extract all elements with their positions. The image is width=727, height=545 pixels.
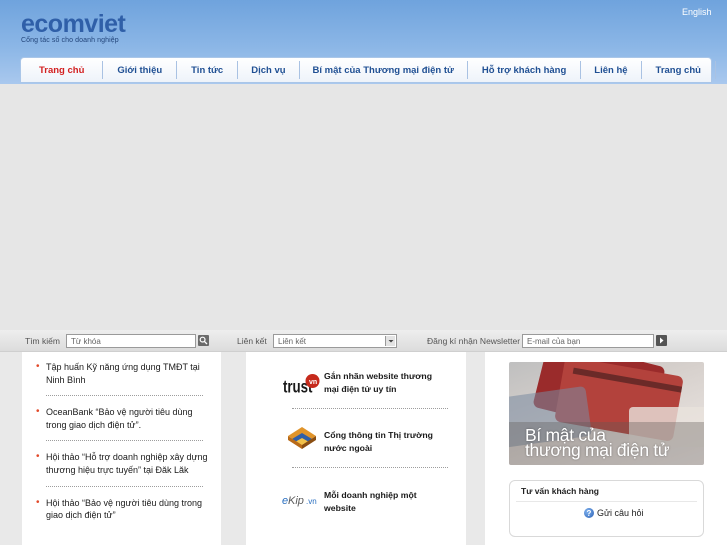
divider — [292, 467, 448, 468]
divider — [516, 501, 697, 502]
divider — [292, 408, 448, 409]
links-select[interactable]: Liên kết — [273, 334, 397, 348]
news-column: • Tập huấn Kỹ năng ứng dụng TMĐT tại Nin… — [22, 352, 221, 545]
ekip-logo-icon: e Kip .vn — [282, 495, 317, 507]
svg-text:Kip: Kip — [288, 495, 304, 507]
news-item[interactable]: • Hội thảo “Hỗ trợ doanh nghiệp xây dựng… — [22, 451, 221, 476]
banner-area — [0, 84, 727, 330]
bullet-icon: • — [36, 406, 40, 418]
newsletter-submit-button[interactable] — [656, 335, 667, 346]
logo-tagline: Cổng tác số cho doanh nghiệp — [21, 37, 119, 44]
nav-item-home[interactable]: Trang chủ — [21, 61, 104, 79]
email-input[interactable]: E-mail của bạn — [522, 334, 654, 348]
service-item-ekip[interactable]: e Kip .vn Mỗi doanh nghiệp một website — [282, 483, 462, 523]
nav-item-services[interactable]: Dịch vụ — [238, 61, 300, 79]
search-icon — [199, 336, 208, 345]
nav-item-ecommerce-secrets[interactable]: Bí mật của Thương mại điện tử — [300, 61, 468, 79]
service-text[interactable]: Gắn nhãn website thương mại điện tử uy t… — [324, 370, 444, 396]
news-item-title[interactable]: OceanBank “Bảo vệ người tiêu dùng trong … — [46, 407, 193, 430]
divider — [46, 395, 203, 397]
nav-item-about[interactable]: Giới thiệu — [103, 61, 178, 79]
news-item[interactable]: • Tập huấn Kỹ năng ứng dụng TMĐT tại Nin… — [22, 361, 221, 386]
bullet-icon: • — [36, 361, 40, 372]
customer-support-box: Tư vấn khách hàng ? Gửi câu hỏi — [509, 480, 704, 537]
nav-item-news[interactable]: Tin tức — [177, 61, 239, 79]
nav-item-contact[interactable]: Liên hệ — [581, 61, 642, 79]
service-text[interactable]: Mỗi doanh nghiệp một website — [324, 489, 444, 515]
svg-text:.vn: .vn — [306, 497, 317, 506]
logo-wordmark: ecomviet — [21, 10, 126, 38]
promo-line-2: thương mại điện tử — [525, 440, 670, 460]
news-item-title[interactable]: Hội thảo “Hỗ trợ doanh nghiệp xây dựng t… — [46, 452, 208, 475]
question-icon: ? — [584, 508, 594, 518]
market-portal-icon — [288, 427, 316, 449]
trust-logo-icon: trust vn — [283, 374, 320, 397]
search-toolbar: Tìm kiếm Từ khóa Liên kết Liên kết Đăng … — [0, 330, 727, 352]
support-title: Tư vấn khách hàng — [521, 486, 599, 496]
promo-banner[interactable]: Bí mật của thương mại điện tử — [509, 362, 704, 465]
search-label: Tìm kiếm — [25, 336, 60, 346]
search-input[interactable]: Từ khóa — [66, 334, 196, 348]
divider — [46, 485, 203, 487]
site-header: ecomviet Cổng tác số cho doanh nghiệp En… — [0, 0, 727, 84]
dropdown-arrow-icon — [385, 336, 395, 346]
news-item-title[interactable]: Tập huấn Kỹ năng ứng dụng TMĐT tại Ninh … — [46, 362, 200, 385]
news-list: • Tập huấn Kỹ năng ứng dụng TMĐT tại Nin… — [22, 352, 221, 522]
service-item-trust[interactable]: trust vn Gắn nhãn website thương mại điệ… — [282, 364, 462, 404]
news-item[interactable]: • OceanBank “Bảo vệ người tiêu dùng tron… — [22, 406, 221, 431]
sidebar-right: Bí mật của thương mại điện tử Tư vấn khá… — [485, 352, 727, 545]
divider — [46, 440, 203, 442]
news-item[interactable]: • Hội thảo “Bảo vệ người tiêu dùng trong… — [22, 497, 221, 522]
site-logo[interactable]: ecomviet Cổng tác số cho doanh nghiệp — [21, 10, 126, 45]
bullet-icon: • — [36, 496, 40, 508]
arrow-right-icon — [660, 337, 664, 344]
ask-question-link[interactable]: ? Gửi câu hỏi — [584, 508, 644, 518]
nav-item-customer-support[interactable]: Hỗ trợ khách hàng — [468, 61, 582, 79]
nav-item-home-2[interactable]: Trang chủ — [642, 61, 716, 79]
service-text[interactable]: Cổng thông tin Thị trường nước ngoài — [324, 429, 444, 455]
bullet-icon: • — [36, 451, 40, 463]
links-label: Liên kết — [237, 336, 267, 346]
ask-question-label[interactable]: Gửi câu hỏi — [597, 508, 644, 518]
language-link[interactable]: English — [682, 7, 712, 17]
service-item-market-portal[interactable]: Cổng thông tin Thị trường nước ngoài — [282, 423, 462, 463]
newsletter-label: Đăng kí nhận Newsletter — [427, 336, 521, 346]
services-column: trust vn Gắn nhãn website thương mại điệ… — [246, 352, 466, 545]
main-nav: Trang chủ Giới thiệu Tin tức Dịch vụ Bí … — [20, 57, 716, 83]
search-button[interactable] — [198, 335, 209, 346]
news-item-title[interactable]: Hội thảo “Bảo vệ người tiêu dùng trong g… — [46, 498, 202, 521]
links-selected-value: Liên kết — [278, 337, 307, 346]
promo-title: Bí mật của thương mại điện tử — [525, 426, 670, 460]
svg-text:vn: vn — [309, 379, 317, 386]
